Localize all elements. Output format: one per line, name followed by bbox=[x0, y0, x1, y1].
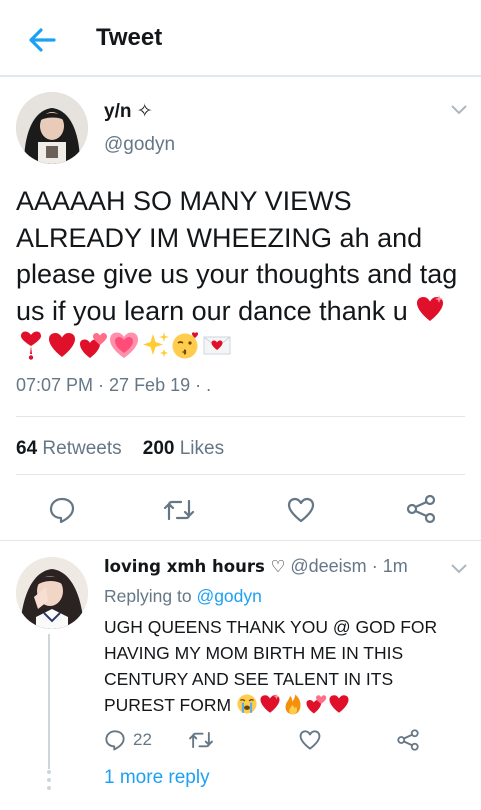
reply-author-name[interactable]: loving xmh hours ♡ bbox=[104, 557, 285, 576]
tweet-text: AAAAAH SO MANY VIEWS ALREADY IM WHEEZING… bbox=[16, 186, 458, 326]
author-symbol: ✧ bbox=[136, 100, 153, 122]
top-bar: Tweet bbox=[0, 0, 481, 77]
like-icon[interactable] bbox=[286, 496, 316, 524]
reply-chevron-down-icon[interactable] bbox=[450, 563, 468, 575]
two-hearts-icon bbox=[80, 333, 107, 358]
replying-to: Replying to @godyn bbox=[104, 586, 262, 607]
retweets-count: 64 bbox=[16, 438, 38, 459]
tweet-timestamp[interactable]: 07:07 PM · 27 Feb 19 · . bbox=[16, 375, 211, 396]
arrow-left-icon[interactable] bbox=[24, 22, 60, 58]
sparkles-icon bbox=[143, 332, 169, 357]
likes-stat[interactable]: 200 Likes bbox=[143, 438, 224, 459]
divider bbox=[16, 416, 465, 417]
reply-emojis bbox=[236, 693, 351, 715]
two-hearts-icon bbox=[306, 695, 327, 714]
red-heart-icon bbox=[49, 333, 75, 357]
share-icon[interactable] bbox=[405, 494, 437, 524]
reply-author-handle[interactable]: @deeism bbox=[290, 556, 366, 576]
replying-to-label: Replying to bbox=[104, 586, 192, 606]
divider bbox=[16, 474, 465, 475]
reply-share-icon[interactable] bbox=[396, 728, 420, 752]
page-title: Tweet bbox=[96, 24, 163, 51]
love-letter-icon bbox=[203, 336, 231, 355]
reply-like-icon[interactable] bbox=[298, 729, 322, 751]
header-divider bbox=[0, 75, 481, 77]
engagement-stats: 64 Retweets 200 Likes bbox=[16, 438, 224, 460]
reply-retweet-icon[interactable] bbox=[188, 729, 214, 751]
chevron-down-icon[interactable] bbox=[450, 104, 468, 116]
reply-avatar-image bbox=[16, 557, 88, 629]
sparkling-heart-icon bbox=[417, 294, 444, 321]
red-heart-icon bbox=[329, 695, 349, 713]
thread-dots bbox=[47, 770, 51, 790]
retweets-label: Retweets bbox=[42, 438, 122, 459]
author-avatar[interactable] bbox=[16, 92, 88, 164]
retweets-stat[interactable]: 64 Retweets bbox=[16, 438, 122, 459]
reply-count: 22 bbox=[133, 730, 152, 749]
reply-body: UGH QUEENS THANK YOU @ GOD FOR HAVING MY… bbox=[104, 614, 464, 718]
reply-reply-icon[interactable] bbox=[104, 729, 126, 751]
likes-count: 200 bbox=[142, 438, 175, 459]
reply-author-avatar[interactable] bbox=[16, 557, 88, 629]
likes-label: Likes bbox=[179, 438, 225, 459]
thread-line bbox=[48, 634, 50, 769]
tweet-body: AAAAAH SO MANY VIEWS ALREADY IM WHEEZING… bbox=[16, 183, 472, 366]
heart-exclamation-icon bbox=[21, 331, 41, 360]
author-handle[interactable]: @godyn bbox=[104, 134, 175, 156]
reply-header: loving xmh hours ♡ @deeism · 1m bbox=[104, 556, 408, 577]
retweet-icon[interactable] bbox=[163, 496, 195, 524]
author-name-text: y/n bbox=[104, 101, 132, 122]
fire-icon bbox=[285, 694, 301, 715]
author-name[interactable]: y/n ✧ bbox=[104, 100, 153, 123]
reply-time: · 1m bbox=[371, 556, 408, 576]
author-avatar-image bbox=[16, 92, 88, 164]
kissing-face-icon bbox=[172, 332, 199, 359]
sparkling-heart-icon bbox=[260, 693, 280, 713]
crying-face-icon bbox=[237, 694, 257, 714]
divider bbox=[0, 540, 481, 541]
growing-heart-icon bbox=[110, 332, 138, 358]
more-replies-link[interactable]: 1 more reply bbox=[104, 767, 210, 789]
reply-icon[interactable] bbox=[48, 496, 76, 524]
replying-to-handle[interactable]: @godyn bbox=[196, 586, 261, 606]
